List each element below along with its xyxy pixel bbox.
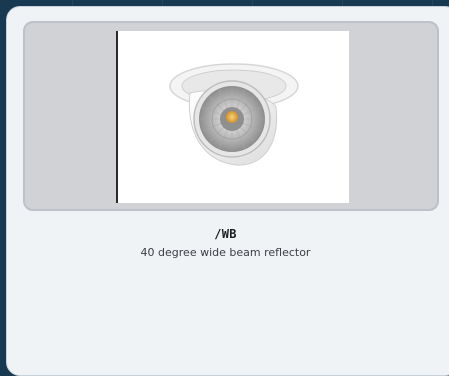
product-image-panel <box>23 21 439 211</box>
product-card[interactable]: /WB 40 degree wide beam reflector <box>6 6 449 376</box>
downlight-illustration <box>169 63 299 166</box>
product-sku: /WB <box>214 227 237 241</box>
led-chip <box>226 111 238 123</box>
product-image <box>116 31 349 203</box>
product-description: 40 degree wide beam reflector <box>140 246 311 259</box>
